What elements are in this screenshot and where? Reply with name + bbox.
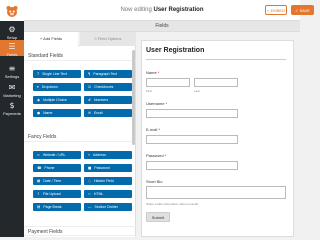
username-input[interactable] [146,109,238,118]
payment-fields-header[interactable]: Payment Fields [24,226,136,236]
sidebar-item-payments[interactable]: $ Payments [0,101,24,116]
save-button[interactable]: ✓ SAVE [291,5,314,15]
divider-icon: — [88,205,92,209]
add-paragraph-text-button[interactable]: ¶ Paragraph Text [84,70,132,78]
link-icon: ∞ [37,153,40,157]
form-title: User Registration [146,47,205,54]
tab-field-options[interactable]: ≡ Field Options [80,32,136,46]
user-icon: ● [37,111,41,115]
gear-icon: ⚙ [8,25,16,34]
phone-icon: ☎ [37,166,42,170]
eye-slash-icon: ◌ [88,179,92,183]
short-bio-label: Short Bio [146,179,163,184]
map-marker-icon: ⌖ [88,153,90,157]
tab-add-fields[interactable]: + Add Fields [24,32,78,46]
list-icon: ☰ [8,42,16,51]
add-website-url-button[interactable]: ∞ Website / URL [33,151,81,159]
add-address-button[interactable]: ⌖ Address [84,151,132,159]
add-file-upload-button[interactable]: ↑ File Upload [33,190,81,198]
checkbox-icon: ☑ [88,85,92,89]
sidebar-item-settings[interactable]: ≡ Settings [0,64,24,79]
short-bio-help: Share a little information about yoursel… [146,202,199,206]
add-dropdown-button[interactable]: ▾ Dropdown [33,83,81,91]
add-date-time-button[interactable]: ▦ Date / Time [33,177,81,185]
embed-button[interactable]: ‹› EMBED [265,5,287,15]
text-icon: T [37,72,40,76]
add-checkboxes-button[interactable]: ☑ Checkboxes [84,83,132,91]
add-single-line-text-button[interactable]: T Single Line Text [33,70,81,78]
files-icon: ▤ [37,205,41,209]
fields-panel: Standard Fields T Single Line Text ¶ Parag… [24,46,136,237]
add-section-divider-button[interactable]: — Section Divider [84,203,132,211]
lock-icon: ■ [88,166,92,170]
add-email-button[interactable]: ✉ Email [84,109,132,117]
radio-icon: ◉ [37,98,41,102]
fancy-fields-header[interactable]: Fancy Fields [24,132,136,142]
envelope-icon: ✉ [88,111,91,115]
add-html-button[interactable]: ‹› HTML [84,190,132,198]
first-sublabel: First [146,89,152,93]
wpforms-logo [0,0,24,21]
admin-sidebar: ⚙ Setup ☰ Fields ≡ Settings ✉ Marketing … [0,0,24,237]
add-phone-button[interactable]: ☎ Phone [33,164,81,172]
name-label: Name * [146,70,160,75]
paragraph-icon: ¶ [88,72,91,76]
add-password-button[interactable]: ■ Password [84,164,132,172]
standard-fields-header[interactable]: Standard Fields [24,51,136,61]
caret-icon: ▾ [37,85,39,89]
add-numbers-button[interactable]: # Numbers [84,96,132,104]
megaphone-icon: ✉ [8,83,16,92]
last-name-input[interactable] [194,78,238,87]
sidebar-item-marketing[interactable]: ✉ Marketing [0,83,24,98]
password-input[interactable] [146,161,238,170]
check-icon: ✓ [295,7,299,13]
password-label: Password * [146,153,167,158]
code-icon: ‹› [88,192,91,196]
sliders-icon: ≡ [8,64,16,73]
panel-scrollbar[interactable] [132,50,135,145]
short-bio-textarea[interactable] [146,186,286,199]
last-sublabel: Last [194,89,200,93]
username-label: Username * [146,101,168,106]
upload-icon: ↑ [37,192,40,196]
first-name-input[interactable] [146,78,190,87]
page-title: Now editing User Registration [120,7,204,13]
hash-icon: # [88,98,91,102]
add-hidden-field-button[interactable]: ◌ Hidden Field [84,177,132,185]
field-tabs: + Add Fields ≡ Field Options [24,32,136,46]
sidebar-item-setup[interactable]: ⚙ Setup [0,25,24,40]
add-name-button[interactable]: ● Name [33,109,81,117]
add-multiple-choice-button[interactable]: ◉ Multiple Choice [33,96,81,104]
top-bar: Now editing User Registration ‹› EMBED ✓… [24,0,314,21]
dollar-icon: $ [9,101,15,110]
email-input[interactable] [146,135,238,144]
sidebar-item-fields[interactable]: ☰ Fields [0,40,24,57]
calendar-icon: ▦ [37,179,41,183]
submit-button[interactable]: Submit [146,212,170,222]
bear-logo-icon [6,5,18,17]
code-icon: ‹› [267,7,270,13]
form-divider [146,59,286,60]
fields-section-bar: Fields [24,21,300,32]
add-page-break-button[interactable]: ▤ Page Break [33,203,81,211]
email-label: E-mail * [146,127,161,132]
